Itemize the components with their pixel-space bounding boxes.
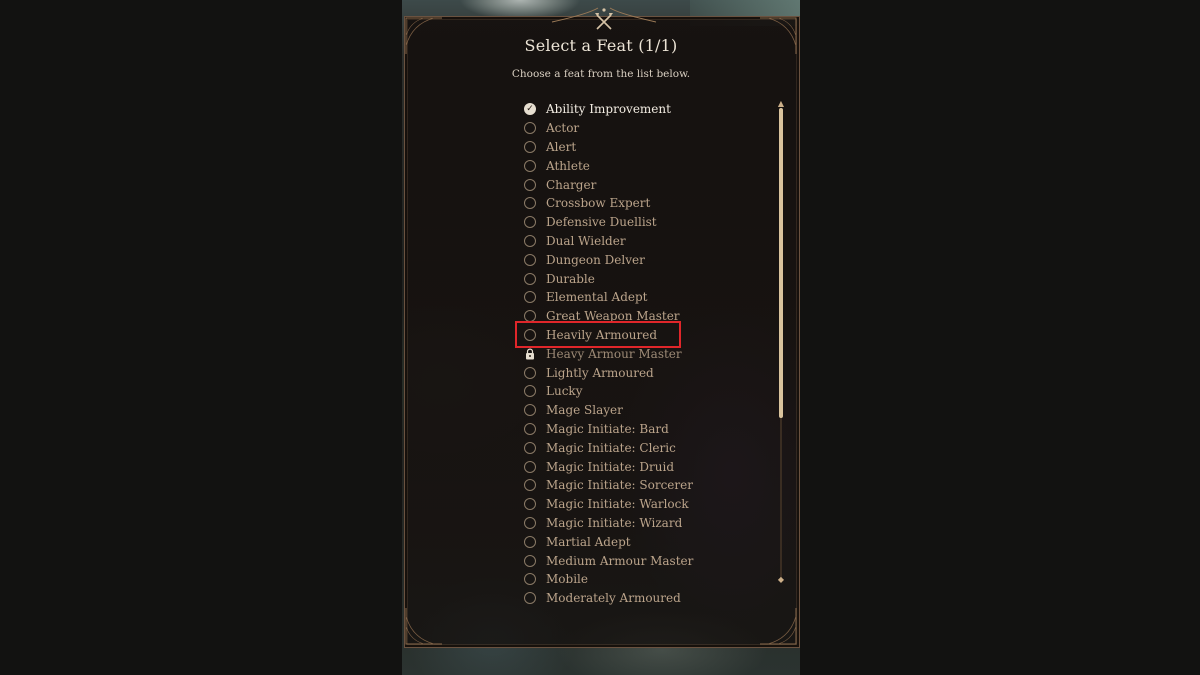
feat-option[interactable]: Durable (520, 269, 760, 288)
feat-option[interactable]: Mobile (520, 570, 760, 589)
scroll-down-icon[interactable]: ◆ (777, 576, 785, 584)
radio-button[interactable] (524, 441, 536, 454)
feat-label: Magic Initiate: Bard (546, 421, 669, 436)
radio-button[interactable] (524, 291, 536, 304)
feat-option[interactable]: Charger (520, 175, 760, 194)
feat-label: Dungeon Delver (546, 252, 645, 267)
feat-option[interactable]: Lightly Armoured (520, 363, 760, 382)
feat-option[interactable]: Actor (520, 119, 760, 138)
lock-icon (524, 348, 536, 360)
radio-button[interactable] (524, 404, 536, 417)
feat-label: Athlete (546, 158, 590, 173)
radio-button[interactable] (524, 460, 536, 473)
radio-button[interactable] (524, 328, 536, 341)
radio-button[interactable] (524, 366, 536, 379)
feat-option[interactable]: Dual Wielder (520, 232, 760, 251)
feat-option: Heavy Armour Master (520, 344, 760, 363)
radio-button[interactable] (524, 197, 536, 210)
radio-button[interactable] (524, 272, 536, 285)
feat-list: ✓ Ability Improvement Actor Alert Athlete Cha… (520, 100, 760, 608)
radio-button[interactable] (524, 122, 536, 135)
feat-option[interactable]: Great Weapon Master (520, 307, 760, 326)
radio-button[interactable] (524, 554, 536, 567)
radio-button[interactable] (524, 498, 536, 511)
feat-label: Actor (546, 121, 580, 136)
feat-option[interactable]: Magic Initiate: Cleric (520, 438, 760, 457)
feat-label: Heavily Armoured (546, 327, 658, 342)
feat-label: Ability Improvement (546, 102, 671, 117)
radio-button[interactable] (524, 535, 536, 548)
feat-label: Mage Slayer (546, 403, 623, 418)
feat-label: Crossbow Expert (546, 196, 651, 211)
radio-button[interactable] (524, 159, 536, 172)
feat-label: Lucky (546, 384, 583, 399)
dialog-subtitle: Choose a feat from the list below. (511, 68, 691, 80)
feat-option[interactable]: Heavily Armoured (520, 326, 760, 345)
radio-button[interactable] (524, 216, 536, 229)
feat-option[interactable]: Athlete (520, 156, 760, 175)
feat-label: Magic Initiate: Wizard (546, 515, 683, 530)
feat-label: Dual Wielder (546, 233, 626, 248)
radio-button[interactable] (524, 178, 536, 191)
feat-label: Elemental Adept (546, 290, 648, 305)
radio-button[interactable] (524, 234, 536, 247)
radio-button[interactable] (524, 573, 536, 586)
feat-label: Charger (546, 177, 597, 192)
radio-button[interactable] (524, 516, 536, 529)
feat-label: Magic Initiate: Druid (546, 459, 675, 474)
feat-option[interactable]: Mage Slayer (520, 401, 760, 420)
feat-option[interactable]: Magic Initiate: Druid (520, 457, 760, 476)
feat-option[interactable]: Alert (520, 138, 760, 157)
feat-option[interactable]: ✓ Ability Improvement (520, 100, 760, 119)
radio-button[interactable] (524, 310, 536, 323)
feat-option[interactable]: Elemental Adept (520, 288, 760, 307)
radio-button[interactable] (524, 422, 536, 435)
feat-option[interactable]: Moderately Armoured (520, 589, 760, 608)
feat-label: Durable (546, 271, 595, 286)
feat-label: Alert (546, 139, 577, 154)
feat-label: Defensive Duellist (546, 215, 657, 230)
feat-label: Martial Adept (546, 534, 631, 549)
feat-option[interactable]: Lucky (520, 382, 760, 401)
radio-button[interactable] (524, 140, 536, 153)
feat-label: Magic Initiate: Cleric (546, 440, 676, 455)
feat-label: Great Weapon Master (546, 309, 680, 324)
dialog-title: Select a Feat (1/1) (524, 36, 678, 55)
feat-label: Moderately Armoured (546, 591, 681, 606)
feat-option[interactable]: Magic Initiate: Sorcerer (520, 476, 760, 495)
feat-option[interactable]: Magic Initiate: Warlock (520, 495, 760, 514)
feat-label: Medium Armour Master (546, 553, 694, 568)
feat-label: Magic Initiate: Warlock (546, 497, 689, 512)
radio-button[interactable] (524, 479, 536, 492)
feat-option[interactable]: Martial Adept (520, 532, 760, 551)
radio-button[interactable] (524, 253, 536, 266)
feat-option[interactable]: Dungeon Delver (520, 250, 760, 269)
feat-label: Lightly Armoured (546, 365, 654, 380)
scroll-thumb[interactable] (779, 108, 783, 418)
radio-button[interactable] (524, 385, 536, 398)
radio-button[interactable] (524, 592, 536, 605)
feat-option[interactable]: Magic Initiate: Bard (520, 420, 760, 439)
scroll-up-icon[interactable]: ▲ (777, 100, 785, 108)
crossed-axes-icon (551, 7, 657, 30)
feat-label: Heavy Armour Master (546, 346, 682, 361)
feat-option[interactable]: Medium Armour Master (520, 551, 760, 570)
feat-option[interactable]: Defensive Duellist (520, 213, 760, 232)
feat-option[interactable]: Magic Initiate: Wizard (520, 514, 760, 533)
feat-label: Mobile (546, 572, 588, 587)
check-icon[interactable]: ✓ (524, 103, 536, 116)
feat-list-scrollbar[interactable]: ▲ ◆ (777, 100, 785, 584)
feat-label: Magic Initiate: Sorcerer (546, 478, 693, 493)
feat-option[interactable]: Crossbow Expert (520, 194, 760, 213)
